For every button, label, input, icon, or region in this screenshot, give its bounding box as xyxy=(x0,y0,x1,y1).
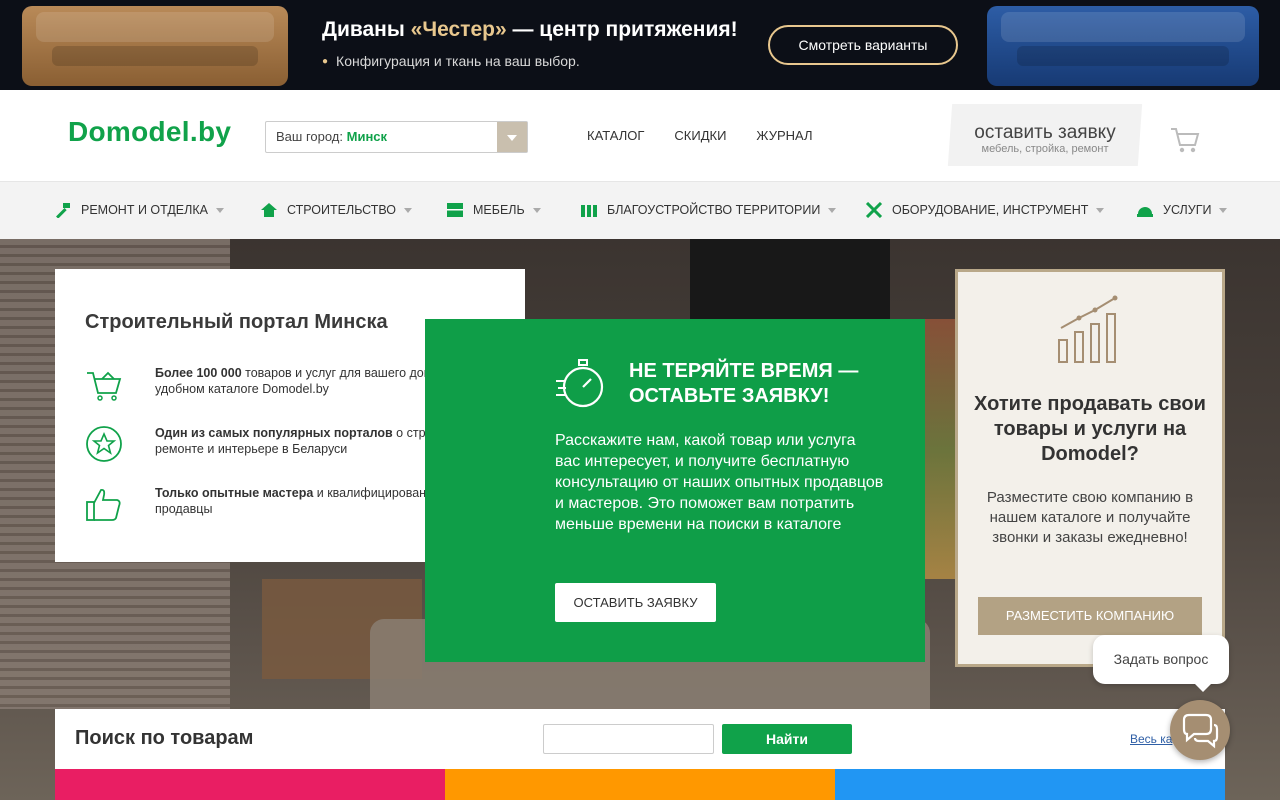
product-search-bar: Поиск по товарам Найти Весь ка xyxy=(55,709,1225,769)
search-title: Поиск по товарам xyxy=(75,727,254,749)
promo-subtitle: ● Конфигурация и ткань на ваш выбор. xyxy=(322,53,580,69)
cart-icon[interactable] xyxy=(1170,126,1200,154)
thumbs-up-icon xyxy=(86,488,121,521)
all-catalog-link[interactable]: Весь ка xyxy=(1130,732,1172,746)
house-icon xyxy=(261,203,277,217)
add-company-button[interactable]: РАЗМЕСТИТЬ КОМПАНИЮ xyxy=(978,597,1202,635)
drawer-icon xyxy=(447,203,463,217)
search-button[interactable]: Найти xyxy=(722,724,852,754)
star-badge-icon xyxy=(86,426,122,462)
request-subtitle: мебель, стройка, ремонт xyxy=(981,143,1109,155)
category-tile-orange[interactable] xyxy=(445,769,835,800)
sell-text: Разместите свою компанию в нашем каталог… xyxy=(986,489,1194,546)
category-furniture[interactable]: МЕБЕЛЬ xyxy=(446,202,541,218)
category-repair[interactable]: РЕМОНТ И ОТДЕЛКА xyxy=(54,202,224,218)
promo-banner[interactable]: Диваны «Честер» — центр притяжения! ● Кон… xyxy=(0,0,1280,90)
cart-house-icon xyxy=(87,371,122,401)
sell-title: Хотите продавать свои товары и услуги на… xyxy=(974,393,1206,465)
lamp-decor xyxy=(690,239,890,329)
chat-button[interactable] xyxy=(1170,700,1230,760)
category-bar: РЕМОНТ И ОТДЕЛКА СТРОИТЕЛЬСТВО МЕБЕЛЬ БЛ… xyxy=(0,181,1280,239)
info-title: Строительный портал Минска xyxy=(85,311,388,333)
hammer-icon xyxy=(56,203,70,218)
sell-card: Хотите продавать свои товары и услуги на… xyxy=(955,269,1225,667)
category-equipment[interactable]: ОБОРУДОВАНИЕ, ИНСТРУМЕНТ xyxy=(865,202,1105,218)
promo-title: Диваны «Честер» — центр притяжения! xyxy=(322,18,738,41)
category-tile-blue[interactable] xyxy=(835,769,1225,800)
growth-chart-icon xyxy=(1058,295,1118,363)
stopwatch-icon xyxy=(556,359,604,408)
helmet-icon xyxy=(1137,207,1153,217)
chevron-down-icon[interactable] xyxy=(497,122,527,152)
site-header: Domodel.by Ваш город: Минск КАТАЛОГ СКИД… xyxy=(0,90,1280,181)
category-tile-pink[interactable] xyxy=(55,769,445,800)
category-landscaping[interactable]: БЛАГОУСТРОЙСТВО ТЕРРИТОРИИ xyxy=(580,202,837,218)
view-options-button[interactable]: Смотреть варианты xyxy=(768,25,958,65)
nav-catalog[interactable]: КАТАЛОГ xyxy=(587,128,644,143)
category-services[interactable]: УСЛУГИ xyxy=(1136,202,1228,218)
fence-icon xyxy=(581,205,597,217)
request-cta-card: НЕ ТЕРЯЙТЕ ВРЕМЯ — ОСТАВЬТЕ ЗАЯВКУ! Расс… xyxy=(425,319,925,662)
top-nav: КАТАЛОГ СКИДКИ ЖУРНАЛ xyxy=(587,128,813,143)
nav-journal[interactable]: ЖУРНАЛ xyxy=(756,128,812,143)
sofa-image-left xyxy=(22,6,288,86)
site-logo[interactable]: Domodel.by xyxy=(68,116,231,148)
chat-prompt-bubble[interactable]: Задать вопрос xyxy=(1093,635,1229,692)
cta-title: НЕ ТЕРЯЙТЕ ВРЕМЯ — ОСТАВЬТЕ ЗАЯВКУ! xyxy=(629,360,859,407)
nav-discounts[interactable]: СКИДКИ xyxy=(674,128,726,143)
cta-text: Расскажите нам, какой товар или услуга в… xyxy=(555,432,884,533)
chat-icon xyxy=(1182,713,1219,749)
request-title[interactable]: оставить заявку xyxy=(952,122,1138,144)
category-construction[interactable]: СТРОИТЕЛЬСТВО xyxy=(260,202,413,218)
search-input[interactable] xyxy=(543,724,714,754)
tools-icon xyxy=(865,202,883,218)
sofa-image-right xyxy=(987,6,1259,86)
leave-request-button[interactable]: ОСТАВИТЬ ЗАЯВКУ xyxy=(555,583,716,622)
city-select[interactable]: Ваш город: Минск xyxy=(265,121,528,153)
